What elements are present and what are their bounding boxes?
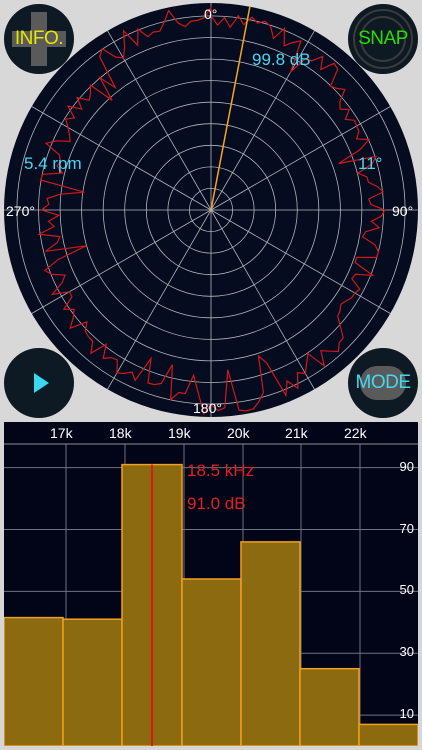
info-button[interactable]: INFO. — [4, 4, 74, 74]
mode-button-label: MODE — [355, 372, 412, 393]
spectrum-bar — [358, 723, 418, 746]
spectrum-bar — [4, 616, 64, 746]
spectrum-bar — [240, 541, 301, 746]
rpm-readout: 5.4 rpm — [24, 154, 82, 173]
y-tick-label: 30 — [399, 644, 414, 660]
x-tick-label: 19k — [168, 425, 191, 441]
snap-button-label: SNAP — [358, 28, 408, 49]
y-tick-label: 10 — [399, 706, 414, 722]
x-tick-label: 17k — [50, 425, 73, 441]
mode-button[interactable]: MODE — [348, 348, 418, 418]
x-tick-label: 22k — [344, 425, 367, 441]
play-button[interactable] — [4, 348, 74, 418]
frequency-readout: 18.5 kHz — [187, 461, 255, 480]
angle-label-180: 180° — [193, 400, 222, 416]
y-tick-label: 50 — [399, 582, 414, 598]
spectrum-panel: 17k 18k 19k 20k 21k 22k 90 70 50 30 10 18.5 kHz 9… — [4, 422, 418, 746]
y-tick-label: 70 — [399, 520, 414, 536]
angle-label-90: 90° — [392, 203, 414, 219]
spectrum-bar — [181, 578, 242, 746]
play-icon — [34, 373, 49, 393]
angle-readout: 11° — [358, 154, 383, 173]
x-tick-label: 18k — [109, 425, 132, 441]
level-readout: 99.8 dB — [252, 50, 311, 69]
info-button-label: INFO. — [14, 28, 64, 49]
snap-button[interactable]: SNAP — [348, 4, 418, 74]
polar-panel: 0° 90° 180° 270° 99.8 dB 5.4 rpm 11° INF… — [0, 0, 422, 420]
x-tick-label: 21k — [285, 425, 308, 441]
spectrum-bar — [299, 667, 360, 746]
level-readout-db: 91.0 dB — [187, 494, 246, 513]
y-tick-label: 90 — [399, 458, 414, 474]
x-tick-label: 20k — [227, 425, 250, 441]
angle-label-0: 0° — [204, 6, 218, 22]
angle-label-270: 270° — [6, 203, 35, 219]
spectrum-bar — [62, 618, 123, 746]
